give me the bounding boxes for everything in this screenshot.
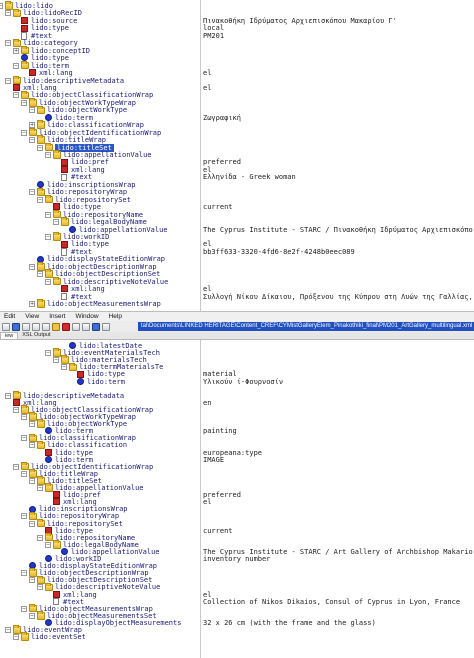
menu-bar: Edit View Insert Window Help — [0, 311, 474, 321]
collapse-toggle[interactable]: − — [29, 137, 35, 144]
collapse-toggle[interactable]: − — [37, 534, 43, 541]
validate-icon[interactable] — [92, 322, 100, 331]
file-path-field[interactable]: tal\Documents\LINKED HERITAGE\Content_CR… — [138, 322, 474, 331]
collapse-toggle[interactable]: − — [29, 442, 35, 449]
collapse-toggle[interactable]: − — [37, 144, 43, 151]
collapse-toggle[interactable]: − — [37, 485, 43, 491]
tab-xsl-output[interactable]: XSL Output — [18, 332, 54, 339]
attribute-icon — [29, 69, 36, 77]
attribute-icon — [13, 84, 20, 92]
cut-icon[interactable] — [32, 322, 40, 331]
menu-help[interactable]: Help — [109, 313, 122, 320]
element-icon — [45, 114, 52, 122]
menu-view[interactable]: View — [25, 313, 39, 320]
collapse-toggle[interactable]: − — [37, 271, 43, 278]
menu-edit[interactable]: Edit — [4, 313, 15, 320]
menu-insert[interactable]: Insert — [49, 313, 65, 320]
open-icon[interactable] — [12, 322, 20, 331]
undo-icon[interactable] — [72, 322, 80, 331]
collapse-toggle[interactable]: − — [13, 406, 19, 413]
tab-tree-view[interactable]: iew — [0, 332, 19, 339]
collapse-toggle[interactable]: − — [5, 392, 11, 399]
collapse-toggle[interactable]: − — [45, 211, 51, 218]
node-name: lido:objectMeasurementsWrap — [47, 300, 161, 308]
attribute-icon — [61, 240, 68, 248]
collapse-toggle[interactable]: − — [5, 627, 11, 633]
element-icon — [69, 225, 76, 233]
collapse-toggle[interactable]: − — [5, 10, 11, 17]
collapse-toggle[interactable]: − — [21, 470, 27, 477]
collapse-toggle[interactable]: − — [5, 77, 11, 84]
collapse-toggle[interactable]: − — [21, 99, 27, 106]
collapse-toggle[interactable]: − — [21, 570, 27, 577]
node-name: lido:eventSet — [31, 633, 86, 642]
print-icon[interactable] — [22, 322, 30, 331]
expand-toggle[interactable]: + — [13, 47, 19, 54]
collapse-toggle[interactable]: − — [29, 577, 35, 584]
attribute-icon — [21, 24, 28, 32]
collapse-toggle[interactable]: − — [21, 435, 27, 442]
tree-row[interactable]: + lido:objectMeasurementsWrap — [0, 299, 474, 309]
collapse-toggle[interactable]: − — [53, 357, 59, 364]
menu-window[interactable]: Window — [75, 313, 98, 320]
attribute-icon — [61, 285, 68, 293]
attribute-icon — [61, 166, 68, 174]
tree-row[interactable]: − lido:eventSet — [0, 632, 474, 642]
collapse-toggle[interactable]: − — [13, 62, 19, 69]
collapse-toggle[interactable]: − — [45, 541, 51, 548]
collapse-toggle[interactable]: − — [13, 92, 19, 99]
collapse-toggle[interactable]: − — [13, 634, 19, 641]
save-icon[interactable] — [2, 322, 10, 331]
collapse-toggle[interactable]: − — [29, 421, 35, 428]
collapse-toggle[interactable]: − — [29, 612, 35, 619]
collapse-toggle[interactable]: − — [29, 520, 35, 527]
delete-icon[interactable] — [62, 322, 70, 331]
collapse-toggle[interactable]: − — [0, 3, 3, 9]
collapse-toggle[interactable]: − — [53, 219, 59, 226]
redo-icon[interactable] — [82, 322, 90, 331]
attribute-icon — [61, 158, 68, 166]
collapse-toggle[interactable]: − — [45, 152, 51, 158]
expand-toggle[interactable]: + — [29, 301, 35, 307]
collapse-toggle[interactable]: − — [21, 513, 27, 520]
collapse-toggle[interactable]: − — [45, 233, 51, 240]
attribute-icon — [21, 17, 28, 25]
toolbar: tal\Documents\LINKED HERITAGE\Content_CR… — [0, 321, 474, 332]
copy-icon[interactable] — [42, 322, 50, 331]
xml-tree-pane-bottom[interactable]: lido:latestDate − lido:eventMaterialsTech −… — [0, 340, 474, 658]
view-tabs: iew XSL Output — [0, 332, 474, 340]
find-icon[interactable] — [102, 322, 110, 331]
xml-tree-pane-top[interactable]: − lido:lido − lido:lidoRecID lido:source Πινα… — [0, 0, 474, 311]
paste-icon[interactable] — [52, 322, 60, 331]
collapse-toggle[interactable]: − — [29, 477, 35, 484]
collapse-toggle[interactable]: − — [13, 463, 19, 470]
collapse-toggle[interactable]: − — [29, 107, 35, 114]
collapse-toggle[interactable]: − — [37, 196, 43, 203]
collapse-toggle[interactable]: − — [21, 605, 27, 612]
collapse-toggle[interactable]: − — [61, 364, 67, 371]
collapse-toggle[interactable]: − — [21, 129, 27, 136]
collapse-toggle[interactable]: − — [29, 263, 35, 270]
collapse-toggle[interactable]: − — [45, 350, 51, 357]
collapse-toggle[interactable]: − — [5, 40, 11, 47]
collapse-toggle[interactable]: − — [21, 414, 27, 420]
collapse-toggle[interactable]: − — [37, 584, 43, 591]
collapse-toggle[interactable]: − — [45, 278, 51, 285]
collapse-toggle[interactable]: − — [29, 189, 35, 196]
folder-icon — [21, 632, 29, 641]
folder-icon — [37, 299, 45, 308]
